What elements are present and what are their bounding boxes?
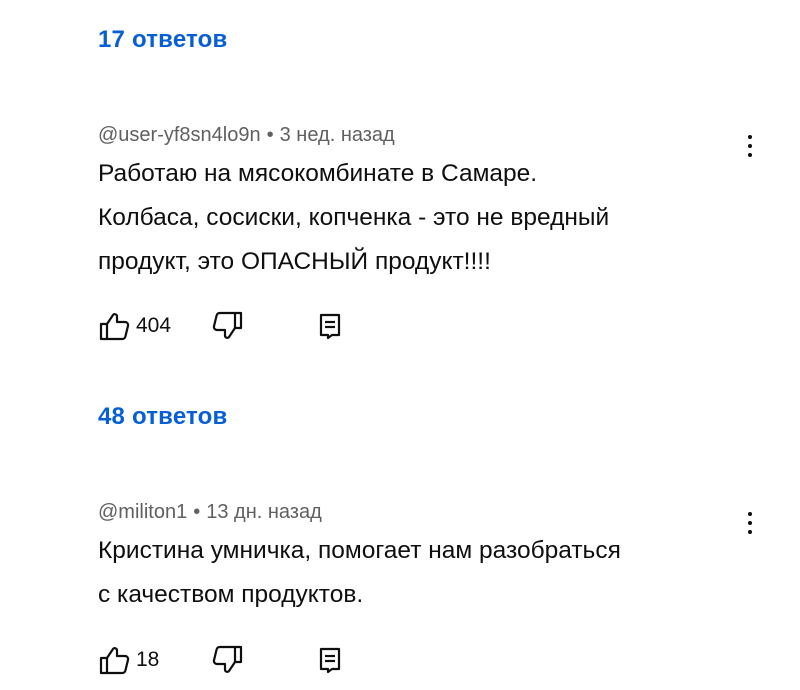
comment-timestamp: 13 дн. назад xyxy=(206,501,322,523)
dot-icon xyxy=(748,521,752,525)
reply-icon xyxy=(319,647,341,674)
comment-author[interactable]: @militon1 xyxy=(98,501,187,523)
like-button[interactable]: 404 xyxy=(98,308,171,344)
dot-icon xyxy=(748,512,752,516)
comment-text-line: продукт, это ОПАСНЫЙ продукт!!!! xyxy=(98,248,491,275)
reply-button[interactable] xyxy=(318,642,344,678)
dislike-button[interactable] xyxy=(212,642,244,678)
comment-text: Кристина умничка, помогает нам разобрать… xyxy=(98,529,758,617)
comment-text-line: Колбаса, сосиски, копченка - это не вред… xyxy=(98,204,610,231)
comment-author[interactable]: @user-yf8sn4lo9n xyxy=(98,124,261,146)
comment-text: Работаю на мясокомбинате в Самаре. Колба… xyxy=(98,152,758,284)
reply-button[interactable] xyxy=(318,308,344,344)
thumb-up-icon xyxy=(99,647,130,675)
comment-text-line: Кристина умничка, помогает нам разобрать… xyxy=(98,537,621,564)
separator-dot: • xyxy=(193,501,201,523)
dot-icon xyxy=(748,144,752,148)
like-count: 404 xyxy=(136,314,172,337)
comment-text-line: Работаю на мясокомбинате в Самаре. xyxy=(98,160,538,187)
comment-header: @militon1 • 13 дн. назад xyxy=(98,501,322,524)
like-count: 18 xyxy=(136,648,160,671)
dot-icon xyxy=(748,135,752,139)
thumb-down-icon xyxy=(212,311,243,339)
reply-icon xyxy=(319,313,341,340)
comment-text-line: с качеством продуктов. xyxy=(98,581,364,608)
comment-timestamp: 3 нед. назад xyxy=(279,124,395,146)
replies-toggle-button[interactable]: 17 ответов xyxy=(98,26,228,54)
comment-header: @user-yf8sn4lo9n • 3 нед. назад xyxy=(98,124,395,147)
dislike-button[interactable] xyxy=(212,308,244,344)
replies-toggle-button[interactable]: 48 ответов xyxy=(98,403,228,431)
like-button[interactable]: 18 xyxy=(98,642,159,678)
thumb-up-icon xyxy=(99,313,130,341)
thumb-down-icon xyxy=(212,645,243,673)
separator-dot: • xyxy=(266,124,274,146)
